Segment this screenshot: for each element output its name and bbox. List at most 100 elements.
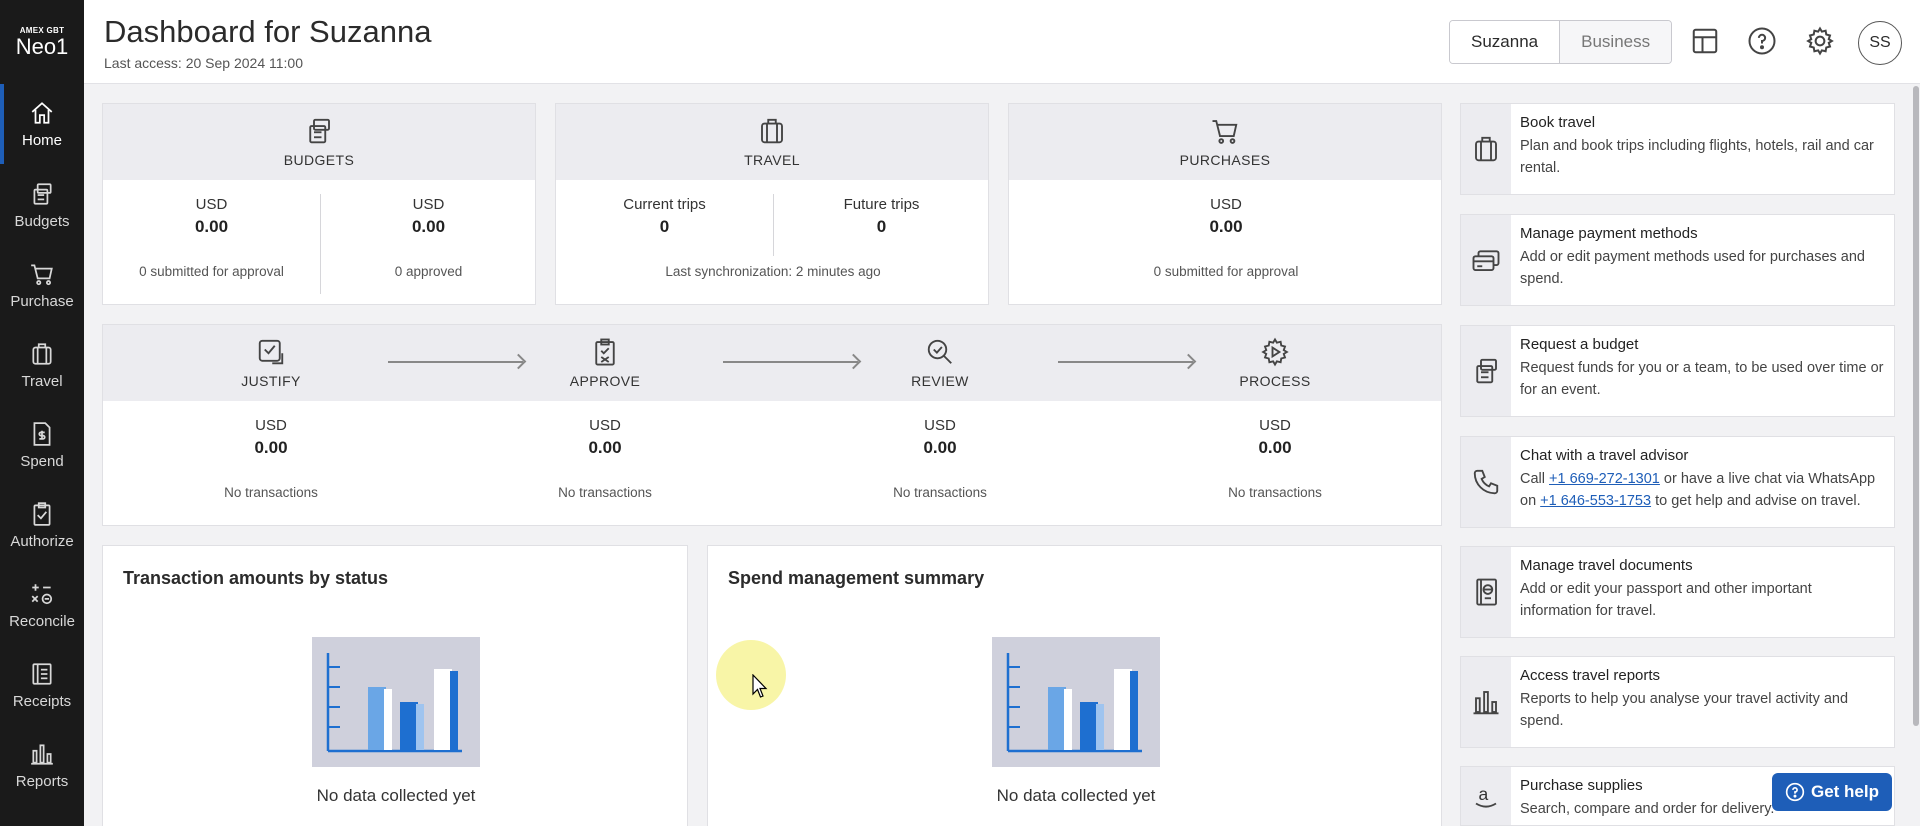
travel-title: TRAVEL xyxy=(744,152,800,168)
last-access-text: Last access: 20 Sep 2024 11:00 xyxy=(104,55,303,71)
get-help-button[interactable]: Get help xyxy=(1772,773,1892,811)
step-review[interactable]: REVIEW xyxy=(840,325,1040,401)
cart-icon xyxy=(31,263,53,285)
step-process[interactable]: PROCESS xyxy=(1175,325,1375,401)
toggle-business[interactable]: Business xyxy=(1560,21,1672,63)
action-icon-wrap xyxy=(1461,657,1511,747)
desc-text: Call xyxy=(1520,471,1550,487)
avatar[interactable]: SS xyxy=(1858,21,1902,65)
empty-chart-illustration xyxy=(992,637,1160,767)
scrollbar-thumb[interactable] xyxy=(1913,86,1919,726)
currency-label: USD xyxy=(1259,417,1291,434)
step-title: JUSTIFY xyxy=(241,373,301,389)
budgets-icon xyxy=(33,182,52,205)
approve-icon xyxy=(595,338,615,366)
amount-value: 0.00 xyxy=(194,217,229,236)
action-title: Book travel xyxy=(1520,114,1596,131)
sidebar-item-budgets[interactable]: Budgets xyxy=(0,165,84,245)
stat-label: Current trips xyxy=(623,196,706,213)
currency-label: USD xyxy=(924,417,956,434)
sidebar-item-reports[interactable]: Reports xyxy=(0,725,84,805)
sidebar: AMEX GBT Neo1 Home Budgets Purchase Trav… xyxy=(0,0,84,826)
suitcase-icon xyxy=(32,342,52,365)
reports-icon xyxy=(31,743,53,765)
approve-stat: USD 0.00 xyxy=(505,417,705,458)
action-book-travel[interactable]: Book travel Plan and book trips includin… xyxy=(1460,103,1895,195)
sidebar-item-spend[interactable]: Spend xyxy=(0,405,84,485)
review-stat: USD 0.00 xyxy=(840,417,1040,458)
app-logo[interactable]: AMEX GBT Neo1 xyxy=(0,0,84,84)
reports-icon xyxy=(1473,691,1499,715)
spend-summary-panel: Spend management summary No data collect… xyxy=(707,545,1442,826)
action-manage-payment[interactable]: Manage payment methods Add or edit payme… xyxy=(1460,214,1895,306)
gear-icon[interactable] xyxy=(1805,26,1835,56)
amazon-icon: a xyxy=(1475,784,1497,808)
help-icon[interactable] xyxy=(1747,26,1777,56)
action-description: Request funds for you or a team, to be u… xyxy=(1520,360,1884,398)
travel-card[interactable]: TRAVEL Current trips 0 Future trips 0 La… xyxy=(555,103,989,305)
action-icon-wrap: a xyxy=(1461,767,1511,825)
budgets-card-header: BUDGETS xyxy=(103,104,535,180)
amount-value: 0.00 xyxy=(254,438,288,457)
sidebar-item-label: Travel xyxy=(21,372,63,390)
action-description: Search, compare and order for delivery. xyxy=(1520,801,1775,817)
sidebar-item-travel[interactable]: Travel xyxy=(0,325,84,405)
page-title: Dashboard for Suzanna xyxy=(104,14,432,49)
workflow-card: JUSTIFY APPROVE REVIEW PROCESS USD 0.00 … xyxy=(102,324,1442,526)
authorize-icon xyxy=(33,501,51,526)
sidebar-item-receipts[interactable]: Receipts xyxy=(0,645,84,725)
budgets-approved-label: 0 approved xyxy=(394,264,463,279)
layout-icon[interactable] xyxy=(1690,26,1720,56)
page-scrollbar[interactable] xyxy=(1912,84,1920,826)
action-chat-advisor[interactable]: Chat with a travel advisor Call +1 669-2… xyxy=(1460,436,1895,528)
spend-icon xyxy=(33,421,51,446)
reconcile-icon xyxy=(31,583,53,604)
sidebar-item-authorize[interactable]: Authorize xyxy=(0,485,84,565)
step-approve[interactable]: APPROVE xyxy=(505,325,705,401)
justify-stat: USD 0.00 xyxy=(171,417,371,458)
action-request-budget[interactable]: Request a budget Request funds for you o… xyxy=(1460,325,1895,417)
action-travel-documents[interactable]: Manage travel documents Add or edit your… xyxy=(1460,546,1895,638)
suitcase-icon xyxy=(761,118,783,144)
sidebar-item-home[interactable]: Home xyxy=(0,84,84,164)
sidebar-item-reconcile[interactable]: Reconcile xyxy=(0,565,84,645)
process-stat: USD 0.00 xyxy=(1175,417,1375,458)
arrow-right-icon xyxy=(388,361,523,363)
sidebar-item-label: Home xyxy=(21,131,62,149)
process-sub: No transactions xyxy=(1228,485,1322,500)
cart-icon xyxy=(1212,120,1238,144)
review-sub: No transactions xyxy=(893,485,987,500)
action-icon-wrap xyxy=(1461,104,1511,194)
step-justify[interactable]: JUSTIFY xyxy=(171,325,371,401)
phone-link-1[interactable]: +1 669-272-1301 xyxy=(1549,471,1660,487)
home-icon xyxy=(31,101,53,124)
budgets-card[interactable]: BUDGETS USD 0.00 0 submitted for approva… xyxy=(102,103,536,305)
workflow-header: JUSTIFY APPROVE REVIEW PROCESS xyxy=(103,325,1441,401)
budgets-title: BUDGETS xyxy=(283,152,355,168)
purchases-card[interactable]: PURCHASES USD 0.00 0 submitted for appro… xyxy=(1008,103,1442,305)
action-description: Call +1 669-272-1301 or have a live chat… xyxy=(1520,468,1885,512)
desc-text: to get help and advise on travel. xyxy=(1651,493,1861,509)
arrow-right-icon xyxy=(723,361,858,363)
justify-sub: No transactions xyxy=(224,485,318,500)
action-title: Chat with a travel advisor xyxy=(1520,447,1689,464)
currency-label: USD xyxy=(255,417,287,434)
currency-label: USD xyxy=(195,196,228,213)
approve-sub: No transactions xyxy=(558,485,652,500)
action-icon-wrap xyxy=(1461,437,1511,527)
purchases-title: PURCHASES xyxy=(1179,152,1271,168)
sidebar-item-label: Budgets xyxy=(14,212,70,230)
amount-value: 0.00 xyxy=(411,217,446,236)
phone-link-2[interactable]: +1 646-553-1753 xyxy=(1540,493,1651,509)
action-icon-wrap xyxy=(1461,326,1511,416)
panel-title: Spend management summary xyxy=(728,568,985,588)
currency-label: USD xyxy=(412,196,445,213)
current-trips-stat: Current trips 0 xyxy=(556,196,773,237)
phone-icon xyxy=(1473,469,1499,495)
toggle-personal[interactable]: Suzanna xyxy=(1450,21,1561,63)
action-title: Manage payment methods xyxy=(1520,225,1698,242)
empty-chart-illustration xyxy=(312,637,480,767)
budgets-approved-stat: USD 0.00 xyxy=(320,196,537,237)
sidebar-item-purchase[interactable]: Purchase xyxy=(0,245,84,325)
action-travel-reports[interactable]: Access travel reports Reports to help yo… xyxy=(1460,656,1895,748)
